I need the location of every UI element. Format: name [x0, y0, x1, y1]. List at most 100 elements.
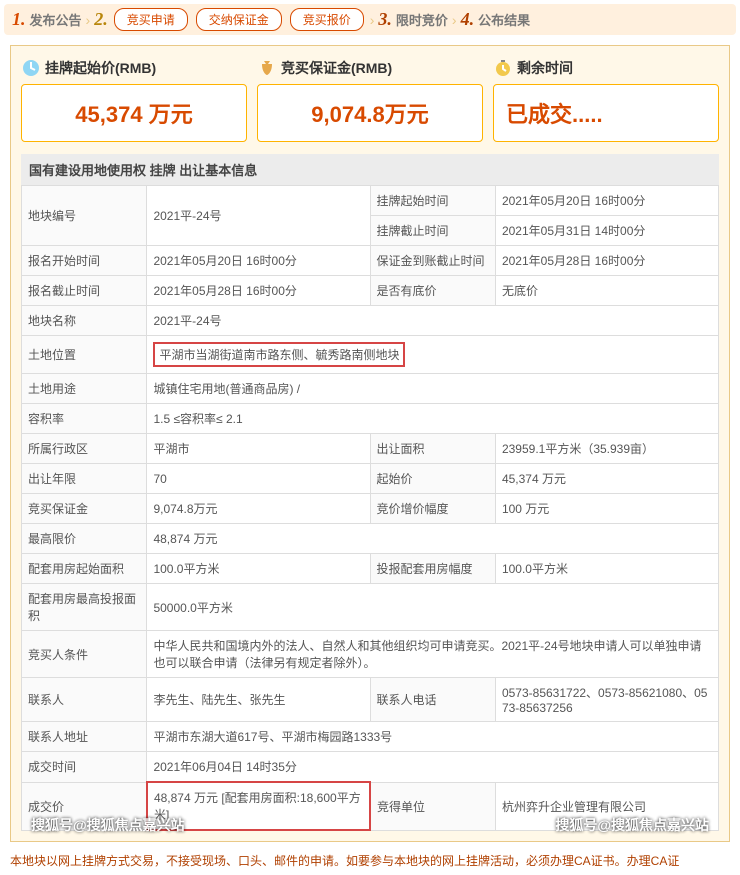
step-sep: ›	[86, 12, 91, 28]
step-4-label: 公布结果	[478, 10, 530, 29]
metrics-row: 挂牌起始价(RMB) 45,374 万元 竞买保证金(RMB) 9,074.8万…	[21, 58, 719, 142]
value-deposit-deadline: 2021年05月28日 16时00分	[495, 246, 718, 276]
value-ptf-max: 50000.0平方米	[147, 584, 719, 631]
table-row: 最高限价 48,874 万元	[22, 524, 719, 554]
label-contact: 联系人	[22, 678, 147, 722]
label-bid-deposit: 竞买保证金	[22, 494, 147, 524]
label-winner: 竞得单位	[370, 782, 495, 830]
value-years: 70	[147, 464, 370, 494]
value-has-reserve: 无底价	[495, 276, 718, 306]
value-area: 23959.1平方米（35.939亩）	[495, 434, 718, 464]
step-1-num: 1.	[12, 9, 26, 30]
table-row: 土地位置 平湖市当湖街道南市路东侧、毓秀路南侧地块	[22, 336, 719, 374]
table-row: 容积率 1.5 ≤容积率≤ 2.1	[22, 404, 719, 434]
label-deposit-deadline: 保证金到账截止时间	[370, 246, 495, 276]
listing-card: 挂牌起始价(RMB) 45,374 万元 竞买保证金(RMB) 9,074.8万…	[10, 45, 730, 842]
label-plot-name: 地块名称	[22, 306, 147, 336]
metric-start-price: 挂牌起始价(RMB) 45,374 万元	[21, 58, 247, 142]
label-list-start: 挂牌起始时间	[370, 186, 495, 216]
step-4-num: 4.	[461, 9, 475, 30]
table-row: 配套用房最高投报面积 50000.0平方米	[22, 584, 719, 631]
value-bid-deposit: 9,074.8万元	[147, 494, 370, 524]
label-apply-start: 报名开始时间	[22, 246, 147, 276]
label-ptf-start: 配套用房起始面积	[22, 554, 147, 584]
value-list-start: 2021年05月20日 16时00分	[495, 186, 718, 216]
value-contact-addr: 平湖市东湖大道617号、平湖市梅园路1333号	[147, 722, 719, 752]
metric-deposit: 竞买保证金(RMB) 9,074.8万元	[257, 58, 483, 142]
table-row: 成交时间 2021年06月04日 14时35分	[22, 752, 719, 783]
metric-time-left: 剩余时间 已成交.....	[493, 58, 719, 142]
label-list-end: 挂牌截止时间	[370, 216, 495, 246]
value-location-highlight: 平湖市当湖街道南市路东侧、毓秀路南侧地块	[153, 342, 405, 367]
label-bidder-req: 竞买人条件	[22, 631, 147, 678]
value-land-use: 城镇住宅用地(普通商品房) /	[147, 374, 719, 404]
step-sep: ›	[452, 12, 457, 28]
clock-icon	[21, 58, 41, 78]
watermark-left: 搜狐号@搜狐焦点嘉兴站	[31, 815, 185, 835]
value-apply-end: 2021年05月28日 16时00分	[147, 276, 370, 306]
step-1-label: 发布公告	[30, 10, 82, 29]
label-far: 容积率	[22, 404, 147, 434]
label-plot-id: 地块编号	[22, 186, 147, 246]
step-3-label: 限时竞价	[396, 10, 448, 29]
value-ptf-start: 100.0平方米	[147, 554, 370, 584]
table-row: 地块名称 2021平-24号	[22, 306, 719, 336]
footer-note: 本地块以网上挂牌方式交易，不接受现场、口头、邮件的申请。如要参与本地块的网上挂牌…	[10, 852, 730, 869]
value-plot-id: 2021平-24号	[147, 186, 370, 246]
timer-icon	[493, 58, 513, 78]
label-contact-tel: 联系人电话	[370, 678, 495, 722]
table-row: 竞买保证金 9,074.8万元 竞价增价幅度 100 万元	[22, 494, 719, 524]
table-row: 地块编号 2021平-24号 挂牌起始时间 2021年05月20日 16时00分	[22, 186, 719, 216]
label-max-price: 最高限价	[22, 524, 147, 554]
step-sep: ›	[370, 12, 375, 28]
value-increment: 100 万元	[495, 494, 718, 524]
label-district: 所属行政区	[22, 434, 147, 464]
table-row: 土地用途 城镇住宅用地(普通商品房) /	[22, 374, 719, 404]
process-steps-bar: 1. 发布公告 › 2. 竞买申请 交纳保证金 竞买报价 › 3. 限时竞价 ›…	[4, 4, 736, 35]
table-row: 出让年限 70 起始价 45,374 万元	[22, 464, 719, 494]
label-ptf-increment: 投报配套用房幅度	[370, 554, 495, 584]
metric-time-left-value: 已成交.....	[493, 84, 719, 142]
value-list-end: 2021年05月31日 14时00分	[495, 216, 718, 246]
label-deal-time: 成交时间	[22, 752, 147, 783]
table-row: 报名开始时间 2021年05月20日 16时00分 保证金到账截止时间 2021…	[22, 246, 719, 276]
label-land-use: 土地用途	[22, 374, 147, 404]
step-3-num: 3.	[378, 9, 392, 30]
step-2-pill-quote: 竞买报价	[290, 8, 364, 31]
basic-info-table: 地块编号 2021平-24号 挂牌起始时间 2021年05月20日 16时00分…	[21, 185, 719, 831]
table-row: 配套用房起始面积 100.0平方米 投报配套用房幅度 100.0平方米	[22, 554, 719, 584]
metric-start-price-head: 挂牌起始价(RMB)	[21, 58, 247, 78]
section-title-basic-info: 国有建设用地使用权 挂牌 出让基本信息	[21, 154, 719, 185]
label-years: 出让年限	[22, 464, 147, 494]
step-2-pill-apply: 竞买申请	[114, 8, 188, 31]
value-location: 平湖市当湖街道南市路东侧、毓秀路南侧地块	[147, 336, 719, 374]
table-row: 报名截止时间 2021年05月28日 16时00分 是否有底价 无底价	[22, 276, 719, 306]
value-contact: 李先生、陆先生、张先生	[147, 678, 370, 722]
metric-time-left-head: 剩余时间	[493, 58, 719, 78]
label-start-price: 起始价	[370, 464, 495, 494]
value-plot-name: 2021平-24号	[147, 306, 719, 336]
value-district: 平湖市	[147, 434, 370, 464]
metric-start-price-label: 挂牌起始价(RMB)	[45, 58, 156, 78]
metric-start-price-value: 45,374 万元	[21, 84, 247, 142]
label-apply-end: 报名截止时间	[22, 276, 147, 306]
value-contact-tel: 0573-85631722、0573-85621080、0573-8563725…	[495, 678, 718, 722]
step-2-pill-deposit: 交纳保证金	[196, 8, 282, 31]
value-start-price: 45,374 万元	[495, 464, 718, 494]
metric-deposit-label: 竞买保证金(RMB)	[281, 58, 392, 78]
value-ptf-increment: 100.0平方米	[495, 554, 718, 584]
metric-time-left-label: 剩余时间	[517, 58, 573, 78]
table-row: 联系人地址 平湖市东湖大道617号、平湖市梅园路1333号	[22, 722, 719, 752]
step-2-num: 2.	[94, 9, 108, 30]
label-ptf-max: 配套用房最高投报面积	[22, 584, 147, 631]
table-row: 联系人 李先生、陆先生、张先生 联系人电话 0573-85631722、0573…	[22, 678, 719, 722]
label-has-reserve: 是否有底价	[370, 276, 495, 306]
table-row: 所属行政区 平湖市 出让面积 23959.1平方米（35.939亩）	[22, 434, 719, 464]
value-deal-time: 2021年06月04日 14时35分	[147, 752, 719, 783]
value-bidder-req: 中华人民共和国境内外的法人、自然人和其他组织均可申请竞买。2021平-24号地块…	[147, 631, 719, 678]
label-increment: 竞价增价幅度	[370, 494, 495, 524]
value-apply-start: 2021年05月20日 16时00分	[147, 246, 370, 276]
label-contact-addr: 联系人地址	[22, 722, 147, 752]
table-row: 竞买人条件 中华人民共和国境内外的法人、自然人和其他组织均可申请竞买。2021平…	[22, 631, 719, 678]
metric-deposit-head: 竞买保证金(RMB)	[257, 58, 483, 78]
